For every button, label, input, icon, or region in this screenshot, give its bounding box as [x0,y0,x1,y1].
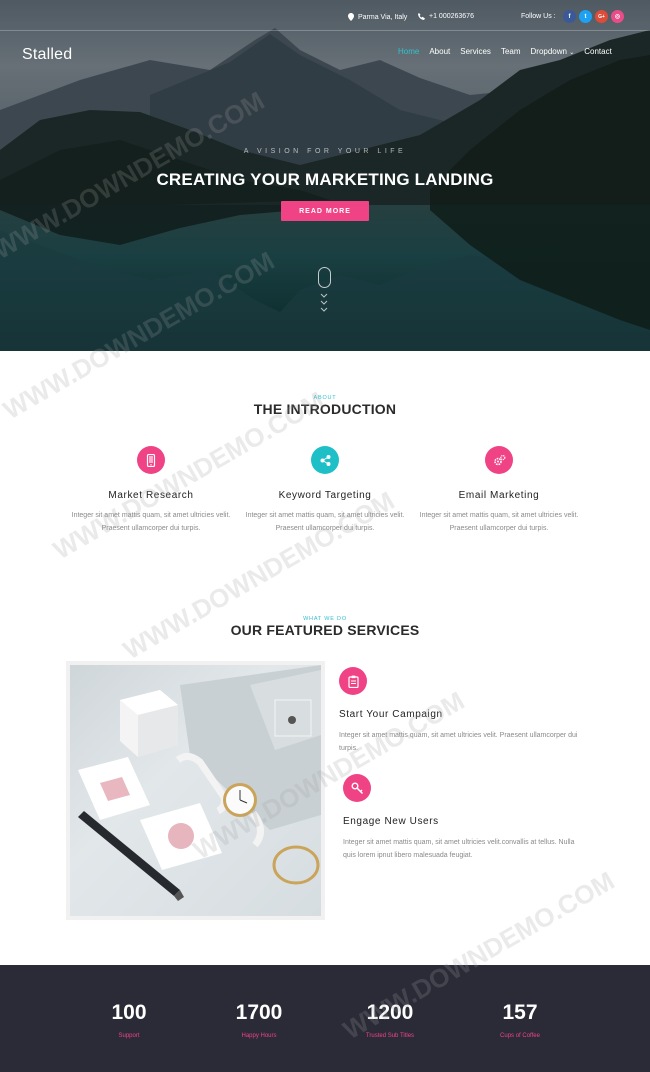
chevron-down-icon [320,293,328,298]
phone-info: +1 000263676 [418,13,474,20]
stat-label: Trusted Sub Titles [365,1033,415,1039]
stat-value: 1200 [366,1001,414,1024]
nav-item-contact[interactable]: Contact [584,47,612,56]
feature-title: Email Marketing [458,490,540,501]
hero-section: Parma Via, Italy +1 000263676 Follow Us … [0,0,650,351]
feature-text: Integer sit amet mattis quam, sit amet u… [245,512,405,532]
dribbble-icon[interactable]: ◎ [611,10,624,23]
service-engage-users: Engage New Users Integer sit amet mattis… [343,774,583,862]
stat-cups-of-coffee: 157 Cups of Coffee [455,1001,585,1039]
service-title: Engage New Users [343,816,439,827]
phone-icon [418,13,425,20]
chevron-down-icon [320,300,328,305]
service-text: Integer sit amet mattis quam, sit amet u… [343,839,575,859]
stat-value: 100 [111,1001,147,1024]
feature-title: Market Research [108,490,194,501]
hero-tagline: A VISION FOR YOUR LIFE [243,148,407,155]
phone-text: +1 000263676 [429,13,474,20]
service-text: Integer sit amet mattis quam, sit amet u… [339,732,578,752]
chevron-down-icon [320,307,328,312]
stat-label: Support [118,1033,140,1039]
facebook-icon[interactable]: f [563,10,576,23]
stat-happy-hours: 1700 Happy Hours [194,1001,324,1039]
nav-item-team[interactable]: Team [501,47,521,56]
top-bar: Parma Via, Italy +1 000263676 Follow Us … [0,10,650,26]
nav-item-about[interactable]: About [429,47,450,56]
mobile-icon [137,446,165,474]
stat-support: 100 Support [64,1001,194,1039]
google-plus-icon[interactable]: G+ [595,10,608,23]
twitter-icon[interactable]: t [579,10,592,23]
nav-dropdown-label: Dropdown [530,47,567,56]
feature-text: Integer sit amet mattis quam, sit amet u… [71,512,231,532]
chevron-down-icon: ⌄ [569,50,575,56]
stat-value: 157 [502,1001,538,1024]
feature-title: Keyword Targeting [278,490,372,501]
nav-item-dropdown[interactable]: Dropdown ⌄ [531,47,575,56]
main-nav: Home About Services Team Dropdown ⌄ Cont… [398,47,612,56]
share-icon [311,446,339,474]
services-photo [66,661,325,920]
gears-icon [485,446,513,474]
stat-value: 1700 [235,1001,283,1024]
feature-market-research: Market Research Integer sit amet mattis … [71,446,231,535]
stats-section: 100 Support 1700 Happy Hours 1200 Truste… [0,965,650,1072]
social-links: f t G+ ◎ [563,10,624,23]
intro-title: THE INTRODUCTION [253,401,397,417]
location-info: Parma Via, Italy [348,13,407,21]
stat-label: Happy Hours [241,1033,277,1039]
stat-trusted-sub-titles: 1200 Trusted Sub Titles [325,1001,455,1039]
read-more-button[interactable]: READ MORE [281,201,369,221]
desk-still-life-image [70,665,321,916]
service-start-campaign: Start Your Campaign Integer sit amet mat… [339,667,579,755]
service-title: Start Your Campaign [339,709,443,720]
key-icon [343,774,371,802]
nav-item-services[interactable]: Services [460,47,491,56]
brand-logo[interactable]: Stalled [22,46,72,64]
feature-email-marketing: Email Marketing Integer sit amet mattis … [419,446,579,535]
location-text: Parma Via, Italy [358,13,408,21]
services-title: OUR FEATURED SERVICES [230,622,420,638]
nav-item-home[interactable]: Home [398,47,419,56]
clipboard-icon [339,667,367,695]
feature-keyword-targeting: Keyword Targeting Integer sit amet matti… [245,446,405,535]
stat-label: Cups of Coffee [500,1033,540,1039]
map-marker-icon [348,13,354,21]
topbar-divider [0,30,650,31]
follow-label: Follow Us : [521,13,556,20]
hero-headline: CREATING YOUR MARKETING LANDING [156,170,494,189]
feature-text: Integer sit amet mattis quam, sit amet u… [419,512,579,532]
scroll-mouse-icon[interactable] [318,267,331,288]
